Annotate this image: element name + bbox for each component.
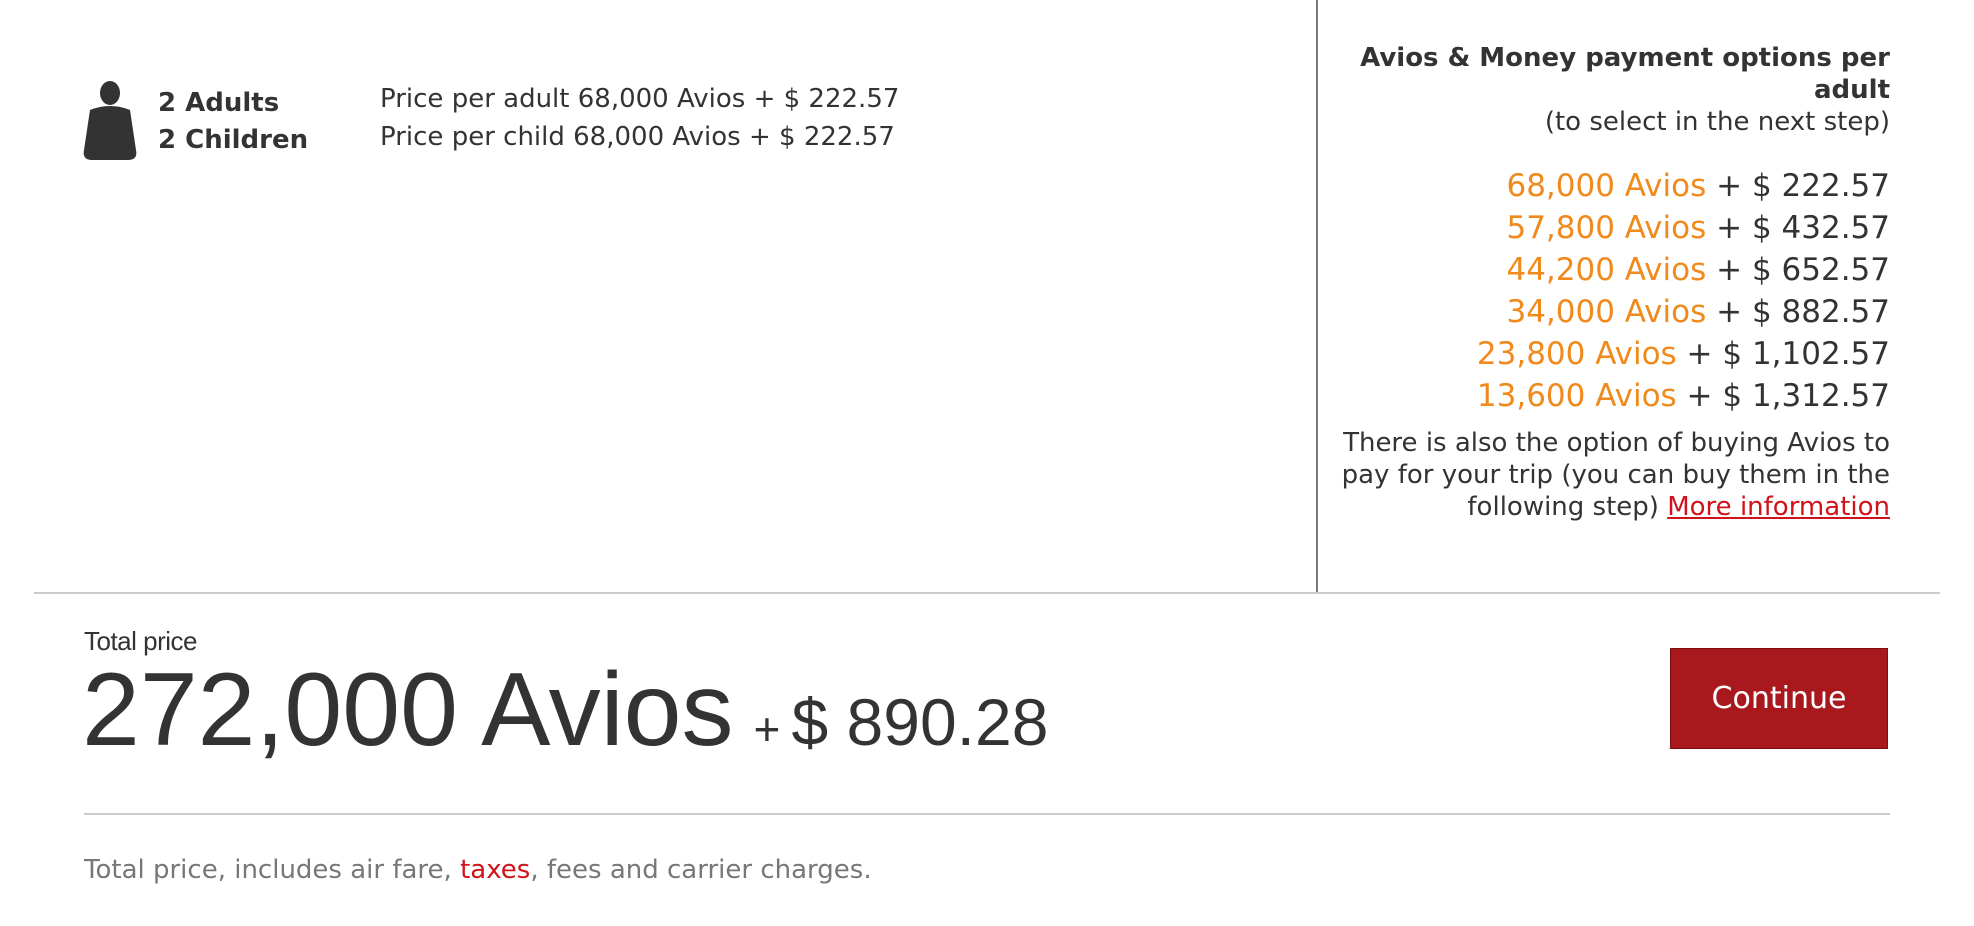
option-avios: 44,200 Avios	[1506, 252, 1707, 288]
payment-option: 13,600 Avios + $ 1,312.57	[1477, 375, 1890, 417]
passenger-prices: Price per adult 68,000 Avios + $ 222.57 …	[380, 80, 899, 156]
option-money: + $ 882.57	[1706, 294, 1890, 330]
option-avios: 23,800 Avios	[1476, 336, 1677, 372]
payment-options-subtitle: (to select in the next step)	[1544, 107, 1890, 137]
option-avios: 13,600 Avios	[1476, 378, 1677, 414]
footer-divider	[84, 813, 1890, 815]
option-avios: 57,800 Avios	[1506, 210, 1707, 246]
taxes-link[interactable]: taxes	[460, 855, 530, 885]
children-count: 2 Children	[158, 125, 309, 155]
payment-option: 23,800 Avios + $ 1,102.57	[1477, 333, 1890, 375]
option-money: + $ 1,102.57	[1676, 336, 1890, 372]
price-per-child: Price per child 68,000 Avios + $ 222.57	[380, 122, 895, 152]
option-money: + $ 432.57	[1706, 210, 1890, 246]
price-footnote: Total price, includes air fare, taxes, f…	[84, 855, 872, 885]
option-avios: 34,000 Avios	[1506, 294, 1707, 330]
footnote-text-end: , fees and carrier charges.	[530, 855, 872, 885]
total-price: 272,000 Avios + $ 890.28	[82, 650, 1048, 770]
passenger-panel: 2 Adults 2 Children Price per adult 68,0…	[0, 0, 1316, 593]
fare-summary: 2 Adults 2 Children Price per adult 68,0…	[0, 0, 1974, 594]
payment-options-title: Avios & Money payment options per adult	[1360, 43, 1890, 105]
price-per-adult: Price per adult 68,000 Avios + $ 222.57	[380, 84, 900, 114]
total-money: $ 890.28	[791, 685, 1049, 759]
payment-option: 57,800 Avios + $ 432.57	[1477, 207, 1890, 249]
footnote-text-start: Total price, includes air fare,	[84, 855, 461, 885]
section-divider	[34, 592, 1940, 594]
payment-options-panel: Avios & Money payment options per adult …	[1318, 0, 1890, 593]
passenger-counts: 2 Adults 2 Children	[158, 85, 308, 159]
payment-option: 44,200 Avios + $ 652.57	[1477, 249, 1890, 291]
adults-count: 2 Adults	[158, 88, 280, 118]
total-plus: +	[753, 703, 781, 755]
buy-avios-note: There is also the option of buying Avios…	[1320, 427, 1890, 523]
person-icon	[83, 81, 137, 160]
option-money: + $ 1,312.57	[1676, 378, 1890, 414]
option-money: + $ 222.57	[1706, 168, 1890, 204]
continue-button[interactable]: Continue	[1670, 648, 1888, 749]
more-information-link[interactable]: More information	[1667, 492, 1890, 522]
payment-options-list: 68,000 Avios + $ 222.57 57,800 Avios + $…	[1477, 165, 1890, 417]
option-avios: 68,000 Avios	[1506, 168, 1707, 204]
payment-option: 68,000 Avios + $ 222.57	[1477, 165, 1890, 207]
option-money: + $ 652.57	[1706, 252, 1890, 288]
total-avios: 272,000 Avios	[82, 652, 734, 768]
payment-option: 34,000 Avios + $ 882.57	[1477, 291, 1890, 333]
